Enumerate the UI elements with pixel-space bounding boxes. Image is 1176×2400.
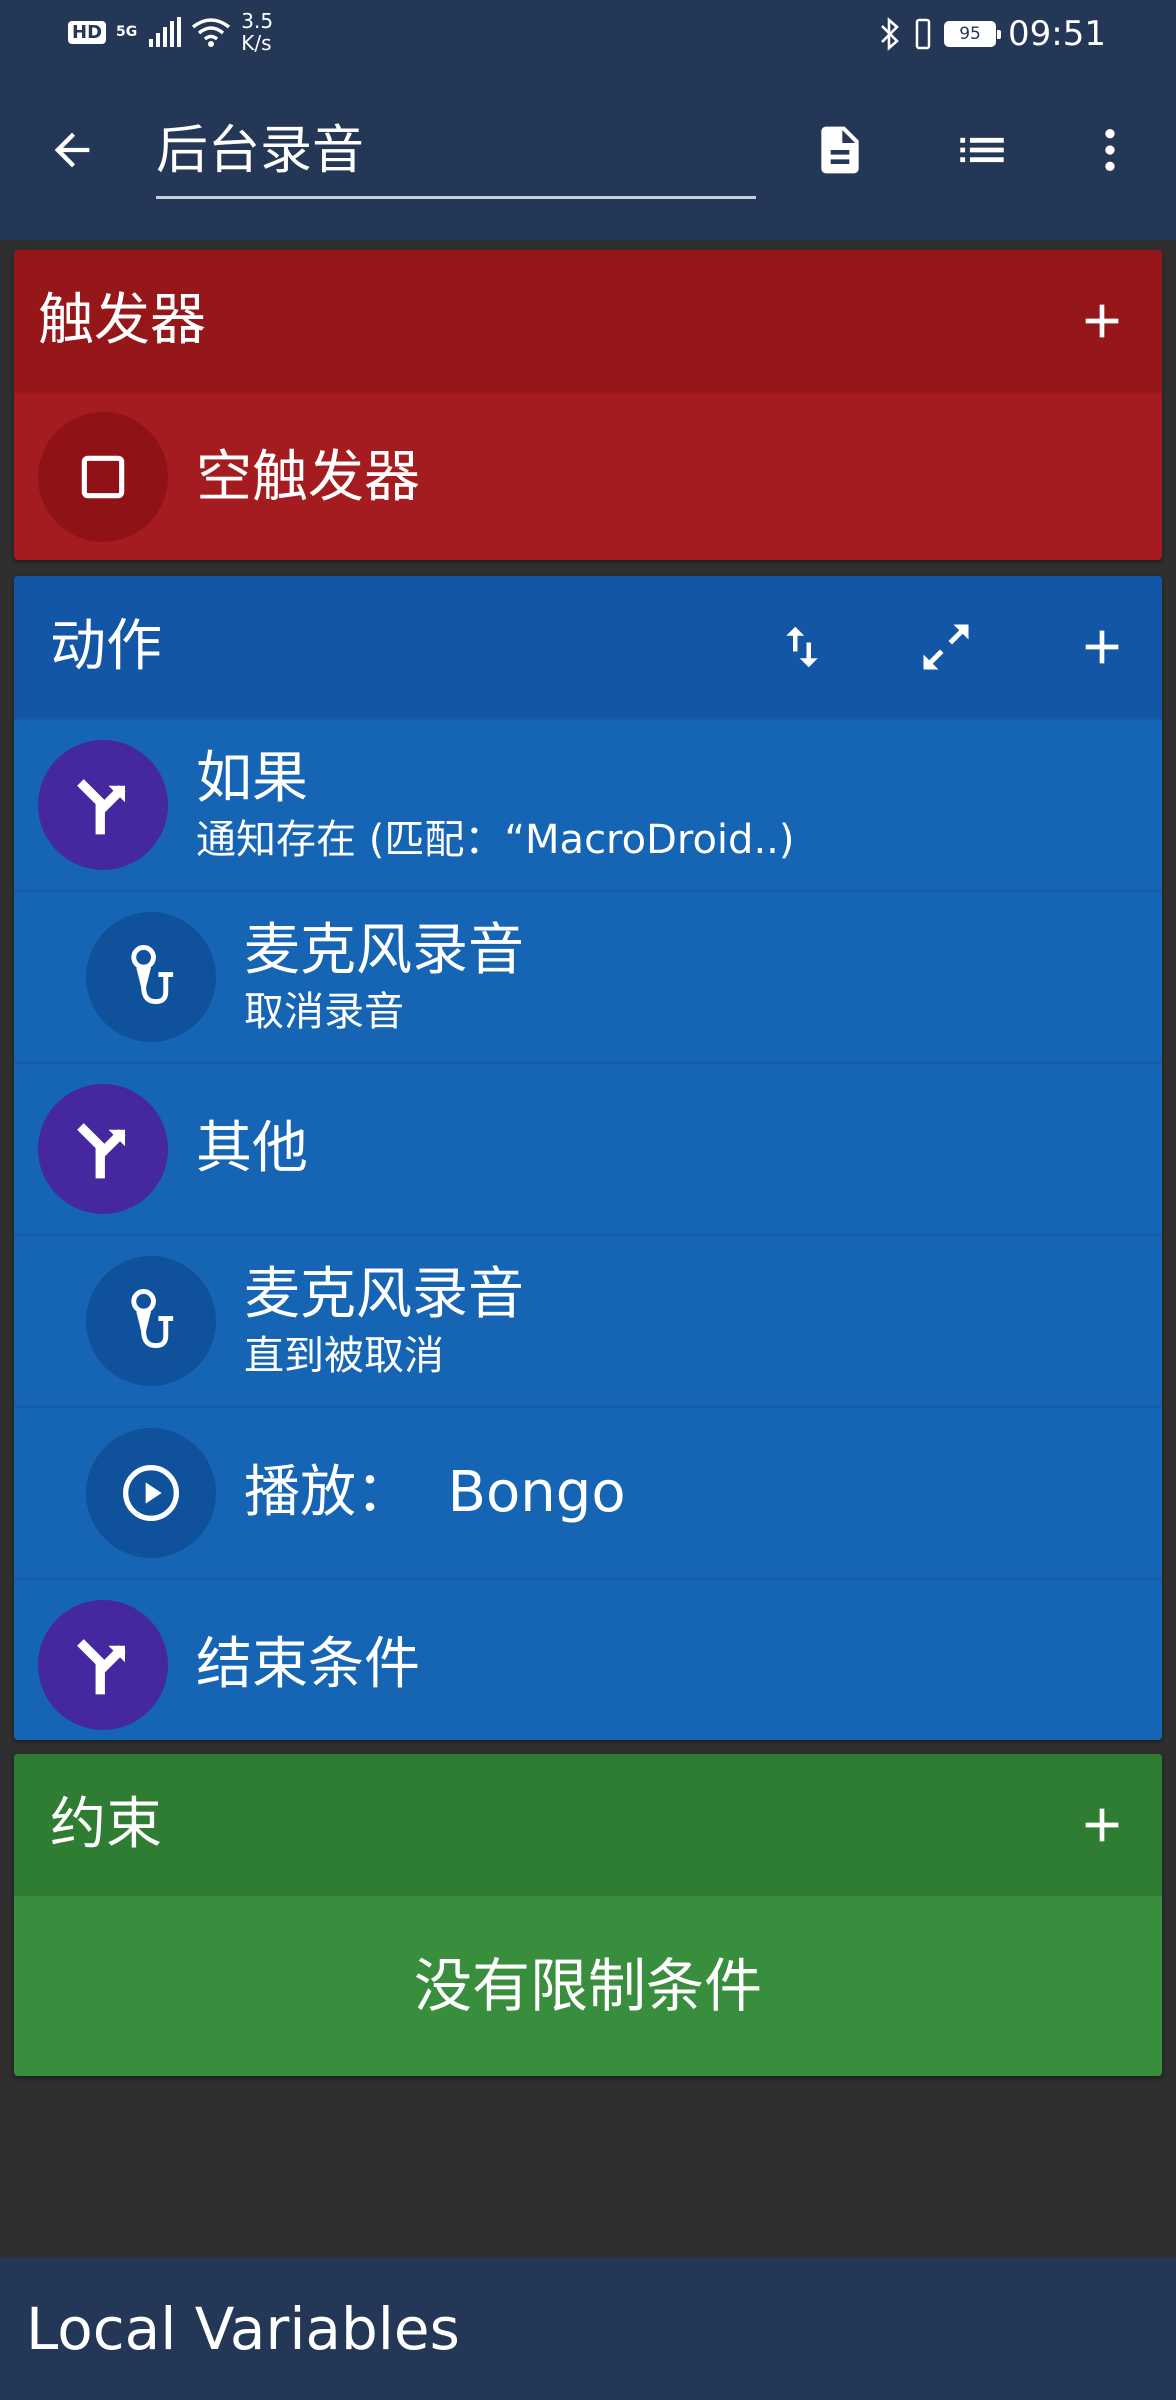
- action-icon-circle: [38, 1600, 168, 1730]
- action-item-mic-record[interactable]: 麦克风录音 直到被取消: [14, 1234, 1162, 1406]
- network-speed: 3.5 K/s: [241, 10, 273, 54]
- reorder-actions-button[interactable]: [766, 611, 838, 683]
- action-item-mic-cancel[interactable]: 麦克风录音 取消录音: [14, 890, 1162, 1062]
- action-text: 如果 通知存在 (匹配：“MacroDroid..): [196, 720, 794, 890]
- triggers-card: 触发器 空触发器: [14, 250, 1162, 560]
- expand-icon: [923, 624, 969, 670]
- action-icon-circle: [86, 912, 216, 1042]
- clock: 09:51: [1008, 14, 1106, 54]
- action-label: 播放： Bongo: [244, 1460, 626, 1525]
- document-icon: [821, 126, 859, 174]
- branch-icon: [77, 779, 126, 835]
- vibrate-icon: [915, 18, 931, 50]
- list-button[interactable]: [946, 114, 1018, 186]
- action-label: 其他: [196, 1116, 308, 1181]
- network-type: 5G: [116, 24, 138, 40]
- no-constraints-text: 没有限制条件: [413, 1952, 762, 2020]
- signal-icon: [149, 17, 182, 47]
- action-label: 结束条件: [196, 1632, 420, 1697]
- document-button[interactable]: [804, 114, 876, 186]
- back-button[interactable]: [36, 114, 108, 186]
- list-icon: [960, 137, 1004, 163]
- bluetooth-icon: [881, 17, 899, 51]
- speed-value: 3.5: [241, 9, 274, 33]
- action-detail: 直到被取消: [244, 1333, 444, 1379]
- square-icon: [81, 455, 125, 499]
- more-options-button[interactable]: [1074, 114, 1146, 186]
- constraints-title: 约束: [50, 1792, 162, 1857]
- microphone-icon: [131, 1289, 174, 1349]
- hd-indicator: HD: [68, 20, 107, 44]
- back-arrow-icon: [54, 132, 90, 168]
- action-text: 其他: [196, 1064, 308, 1234]
- action-text: 麦克风录音 直到被取消: [244, 1236, 524, 1406]
- action-detail: 通知存在 (匹配：“MacroDroid..): [196, 817, 795, 863]
- macro-name-input[interactable]: 后台录音: [156, 110, 756, 199]
- more-vert-icon: [1105, 129, 1115, 171]
- triggers-header: 触发器: [14, 250, 1162, 392]
- microphone-icon: [131, 945, 174, 1005]
- constraints-header: 约束: [14, 1754, 1162, 1896]
- expand-actions-button[interactable]: [910, 611, 982, 683]
- plus-icon: [1085, 1808, 1119, 1842]
- actions-title: 动作: [50, 614, 162, 679]
- play-circle-icon: [123, 1465, 179, 1521]
- action-text: 播放： Bongo: [244, 1408, 626, 1578]
- status-right: 95 09:51: [878, 14, 1106, 54]
- action-item-if[interactable]: 如果 通知存在 (匹配：“MacroDroid..): [14, 718, 1162, 890]
- action-icon-circle: [38, 740, 168, 870]
- app-bar: 后台录音: [0, 72, 1176, 240]
- action-icon-circle: [38, 1084, 168, 1214]
- branch-icon: [77, 1639, 126, 1695]
- branch-icon: [77, 1123, 126, 1179]
- battery-icon: 95: [944, 21, 1002, 47]
- add-constraint-button[interactable]: [1066, 1789, 1138, 1861]
- plus-icon: [1085, 304, 1119, 338]
- action-item-else[interactable]: 其他: [14, 1062, 1162, 1234]
- actions-header: 动作: [14, 576, 1162, 718]
- constraints-card: 约束 没有限制条件: [14, 1754, 1162, 2076]
- trigger-icon-circle: [38, 412, 168, 542]
- action-label: 如果: [196, 746, 308, 811]
- local-variables-bar[interactable]: Local Variables: [0, 2258, 1176, 2400]
- wifi-icon: [192, 18, 231, 47]
- action-item-play-sound[interactable]: 播放： Bongo: [14, 1406, 1162, 1578]
- swap-vert-icon: [786, 626, 818, 668]
- add-trigger-button[interactable]: [1066, 285, 1138, 357]
- speed-unit: K/s: [241, 31, 272, 55]
- trigger-label: 空触发器: [196, 445, 420, 510]
- action-detail: 取消录音: [244, 989, 404, 1035]
- triggers-title: 触发器: [38, 288, 206, 353]
- action-item-end-if[interactable]: 结束条件: [14, 1578, 1162, 1740]
- local-variables-title: Local Variables: [26, 2295, 460, 2363]
- action-text: 麦克风录音 取消录音: [244, 892, 524, 1062]
- action-label: 麦克风录音: [244, 1262, 524, 1327]
- status-left: HD 5G 3.5 K/s: [68, 10, 273, 54]
- add-action-button[interactable]: [1066, 611, 1138, 683]
- action-icon-circle: [86, 1428, 216, 1558]
- action-text: 结束条件: [196, 1580, 420, 1740]
- trigger-text: 空触发器: [196, 394, 420, 560]
- action-label: 麦克风录音: [244, 918, 524, 983]
- trigger-item[interactable]: 空触发器: [14, 392, 1162, 560]
- plus-icon: [1085, 630, 1119, 664]
- status-bar: HD 5G 3.5 K/s 95 09:51: [0, 0, 1176, 72]
- actions-card: 动作 如果 通知存在 (匹配：“MacroDroid..) 麦克风录音 取消录音…: [14, 576, 1162, 1740]
- action-icon-circle: [86, 1256, 216, 1386]
